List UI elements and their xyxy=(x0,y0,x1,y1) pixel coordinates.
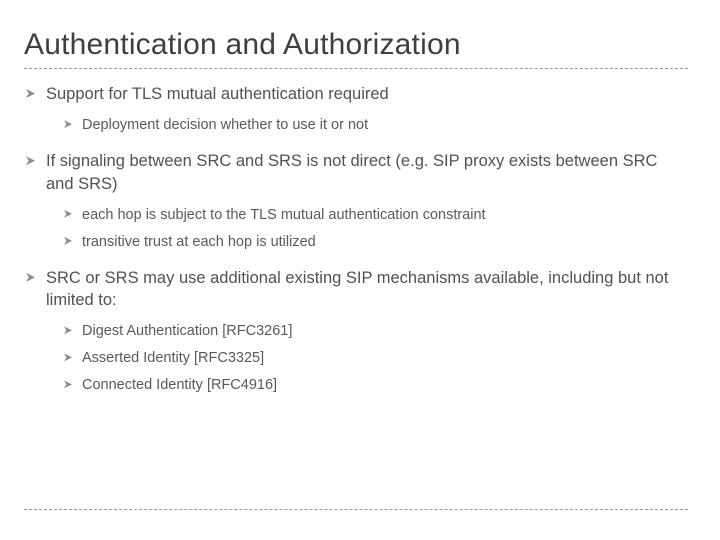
list-item-text: Digest Authentication [RFC3261] xyxy=(82,323,292,339)
list-item-text: Asserted Identity [RFC3325] xyxy=(82,350,264,366)
list-item: transitive trust at each hop is utilized xyxy=(64,232,688,253)
list-item-text: each hop is subject to the TLS mutual au… xyxy=(82,207,486,223)
slide: Authentication and Authorization Support… xyxy=(0,0,720,540)
list-item: Deployment decision whether to use it or… xyxy=(64,115,688,136)
title-divider xyxy=(24,68,688,69)
list-item-text: Connected Identity [RFC4916] xyxy=(82,377,277,393)
list-item-text: Support for TLS mutual authentication re… xyxy=(46,85,389,103)
list-item-text: transitive trust at each hop is utilized xyxy=(82,234,316,250)
sub-list: each hop is subject to the TLS mutual au… xyxy=(46,205,688,253)
page-title: Authentication and Authorization xyxy=(24,28,688,62)
list-item-text: Deployment decision whether to use it or… xyxy=(82,117,368,133)
list-item: Connected Identity [RFC4916] xyxy=(64,375,688,396)
sub-list: Digest Authentication [RFC3261] Asserted… xyxy=(46,321,688,396)
list-item: Support for TLS mutual authentication re… xyxy=(24,83,688,136)
footer-divider xyxy=(24,509,688,510)
bullet-list: Support for TLS mutual authentication re… xyxy=(24,83,688,396)
list-item-text: SRC or SRS may use additional existing S… xyxy=(46,269,668,309)
list-item: each hop is subject to the TLS mutual au… xyxy=(64,205,688,226)
list-item: Digest Authentication [RFC3261] xyxy=(64,321,688,342)
list-item: SRC or SRS may use additional existing S… xyxy=(24,267,688,397)
list-item: If signaling between SRC and SRS is not … xyxy=(24,150,688,253)
sub-list: Deployment decision whether to use it or… xyxy=(46,115,688,136)
list-item-text: If signaling between SRC and SRS is not … xyxy=(46,152,657,192)
list-item: Asserted Identity [RFC3325] xyxy=(64,348,688,369)
